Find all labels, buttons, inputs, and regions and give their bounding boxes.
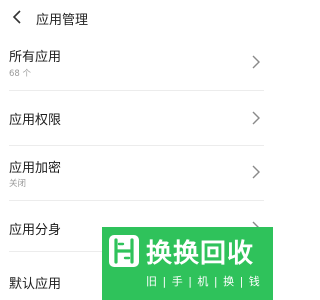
- app-management-screen: 应用管理 所有应用 68 个 应用权限 应用加密 关闭 应用分身 默认应用 换换…: [0, 0, 273, 300]
- brand-logo-icon: [109, 235, 139, 267]
- row-label: 应用权限: [9, 113, 62, 128]
- row-sublabel: 关闭: [9, 179, 27, 189]
- watermark-banner: 换换回收 旧 | 手 | 机 | 换 | 钱: [102, 227, 273, 300]
- row-sublabel: 68 个: [9, 69, 32, 79]
- row-label: 所有应用: [9, 50, 62, 65]
- chevron-right-icon: [252, 55, 260, 69]
- row-label: 应用加密: [9, 161, 62, 176]
- settings-row-all-apps[interactable]: 所有应用 68 个: [0, 34, 273, 90]
- row-label: 应用分身: [9, 223, 62, 238]
- watermark-title: 换换回收: [146, 239, 255, 269]
- settings-row-app-permissions[interactable]: 应用权限: [0, 91, 273, 145]
- watermark-tagline: 旧 | 手 | 机 | 换 | 钱: [146, 275, 261, 288]
- chevron-right-icon: [252, 165, 260, 179]
- chevron-right-icon: [252, 111, 260, 125]
- back-button[interactable]: [8, 8, 26, 26]
- top-bar: 应用管理: [0, 0, 273, 34]
- row-label: 默认应用: [9, 277, 62, 292]
- settings-row-app-encryption[interactable]: 应用加密 关闭: [0, 146, 273, 200]
- page-title: 应用管理: [36, 13, 89, 28]
- chevron-left-icon: [12, 10, 21, 24]
